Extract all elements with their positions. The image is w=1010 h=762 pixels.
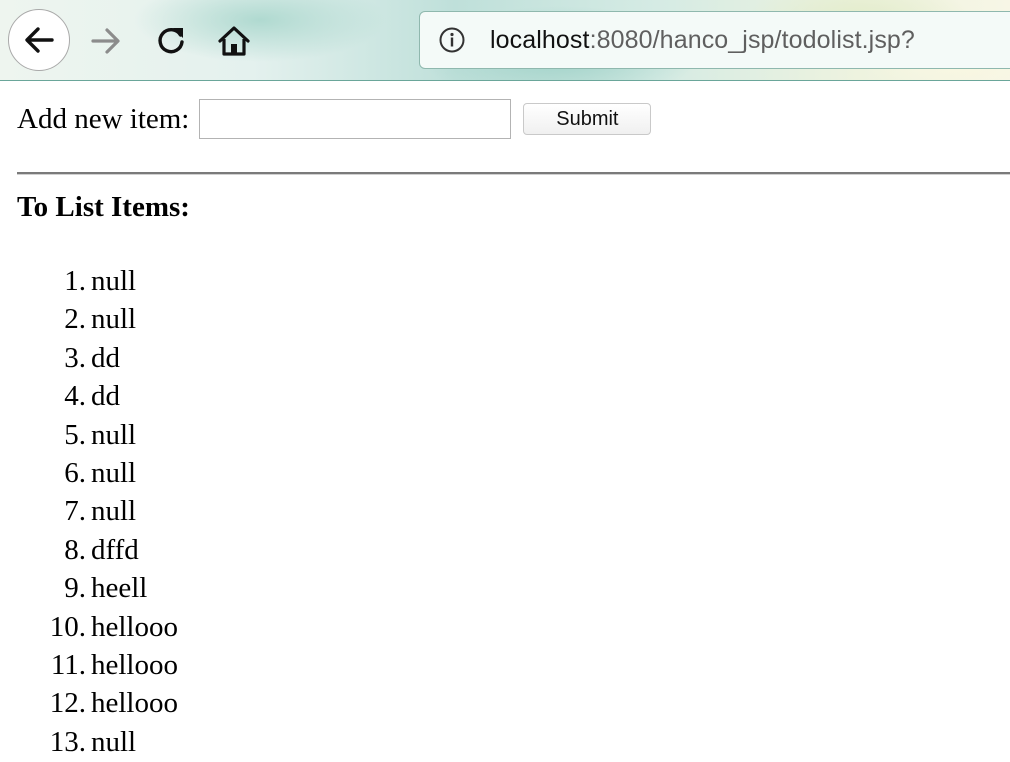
list-item-number: 8. <box>64 533 86 566</box>
new-item-input[interactable] <box>199 99 512 139</box>
url-text: localhost:8080/hanco_jsp/todolist.jsp? <box>490 26 915 55</box>
list-item-text: hellooo <box>91 610 178 643</box>
submit-button[interactable]: Submit <box>523 103 652 135</box>
address-bar[interactable]: localhost:8080/hanco_jsp/todolist.jsp? <box>419 11 1010 69</box>
arrow-left-icon <box>25 27 54 53</box>
list-item: 5. null <box>0 416 178 454</box>
list-item-number: 12. <box>49 687 86 720</box>
reload-icon <box>158 27 184 54</box>
add-item-label: Add new item: <box>17 102 190 135</box>
list-item-number: 2. <box>64 303 86 336</box>
url-path: :8080/hanco_jsp/todolist.jsp? <box>589 25 915 54</box>
reload-button[interactable] <box>141 11 201 71</box>
list-item-number: 1. <box>64 265 86 297</box>
list-item: 6. null <box>0 454 178 492</box>
list-item-text: hellooo <box>91 687 178 720</box>
list-item-text: null <box>91 495 137 528</box>
list-item-text: dd <box>91 380 120 413</box>
add-item-form: Add new item: Submit <box>17 98 652 140</box>
list-item: 4. dd <box>0 377 178 415</box>
list-item-text: dffd <box>91 533 139 566</box>
list-item: 7. null <box>0 492 178 530</box>
home-icon <box>218 26 250 56</box>
list-item-text: null <box>91 265 137 297</box>
list-item-number: 7. <box>64 495 86 528</box>
forward-button[interactable] <box>76 11 136 71</box>
list-item: 9. heell <box>0 569 178 607</box>
list-item-number: 5. <box>64 418 86 451</box>
list-item-number: 11. <box>50 648 86 681</box>
todo-list: 1. null 2. null 3. dd 4. dd 5. null 6. null 7. null 8.… <box>0 262 178 761</box>
list-item-text: null <box>91 303 137 336</box>
back-button[interactable] <box>8 9 70 71</box>
list-item-number: 10. <box>49 610 86 643</box>
list-item-text: null <box>91 418 137 451</box>
home-button[interactable] <box>204 11 264 71</box>
list-item-text: dd <box>91 341 120 374</box>
info-icon[interactable] <box>438 26 466 54</box>
horizontal-rule <box>17 172 1010 175</box>
url-host: localhost <box>490 25 590 54</box>
list-item: 12. hellooo <box>0 684 178 722</box>
list-item-number: 13. <box>49 725 86 758</box>
list-item: 3. dd <box>0 339 178 377</box>
list-item: 8. dffd <box>0 531 178 569</box>
list-item-number: 4. <box>64 380 86 413</box>
list-heading: To List Items: <box>17 191 190 223</box>
list-item: 2. null <box>0 300 178 338</box>
list-item-number: 3. <box>64 341 86 374</box>
list-item-number: 9. <box>64 572 86 605</box>
list-item: 1. null <box>0 262 178 300</box>
arrow-right-icon <box>91 28 120 54</box>
browser-toolbar: localhost:8080/hanco_jsp/todolist.jsp? <box>0 0 1010 81</box>
list-item-text: heell <box>91 572 148 605</box>
list-item: 13. null <box>0 723 178 761</box>
list-item-text: null <box>91 456 137 489</box>
list-item: 10. hellooo <box>0 608 178 646</box>
list-item-text: null <box>91 725 137 758</box>
list-item-text: hellooo <box>91 648 178 681</box>
list-item: 11. hellooo <box>0 646 178 684</box>
list-item-number: 6. <box>64 456 86 489</box>
